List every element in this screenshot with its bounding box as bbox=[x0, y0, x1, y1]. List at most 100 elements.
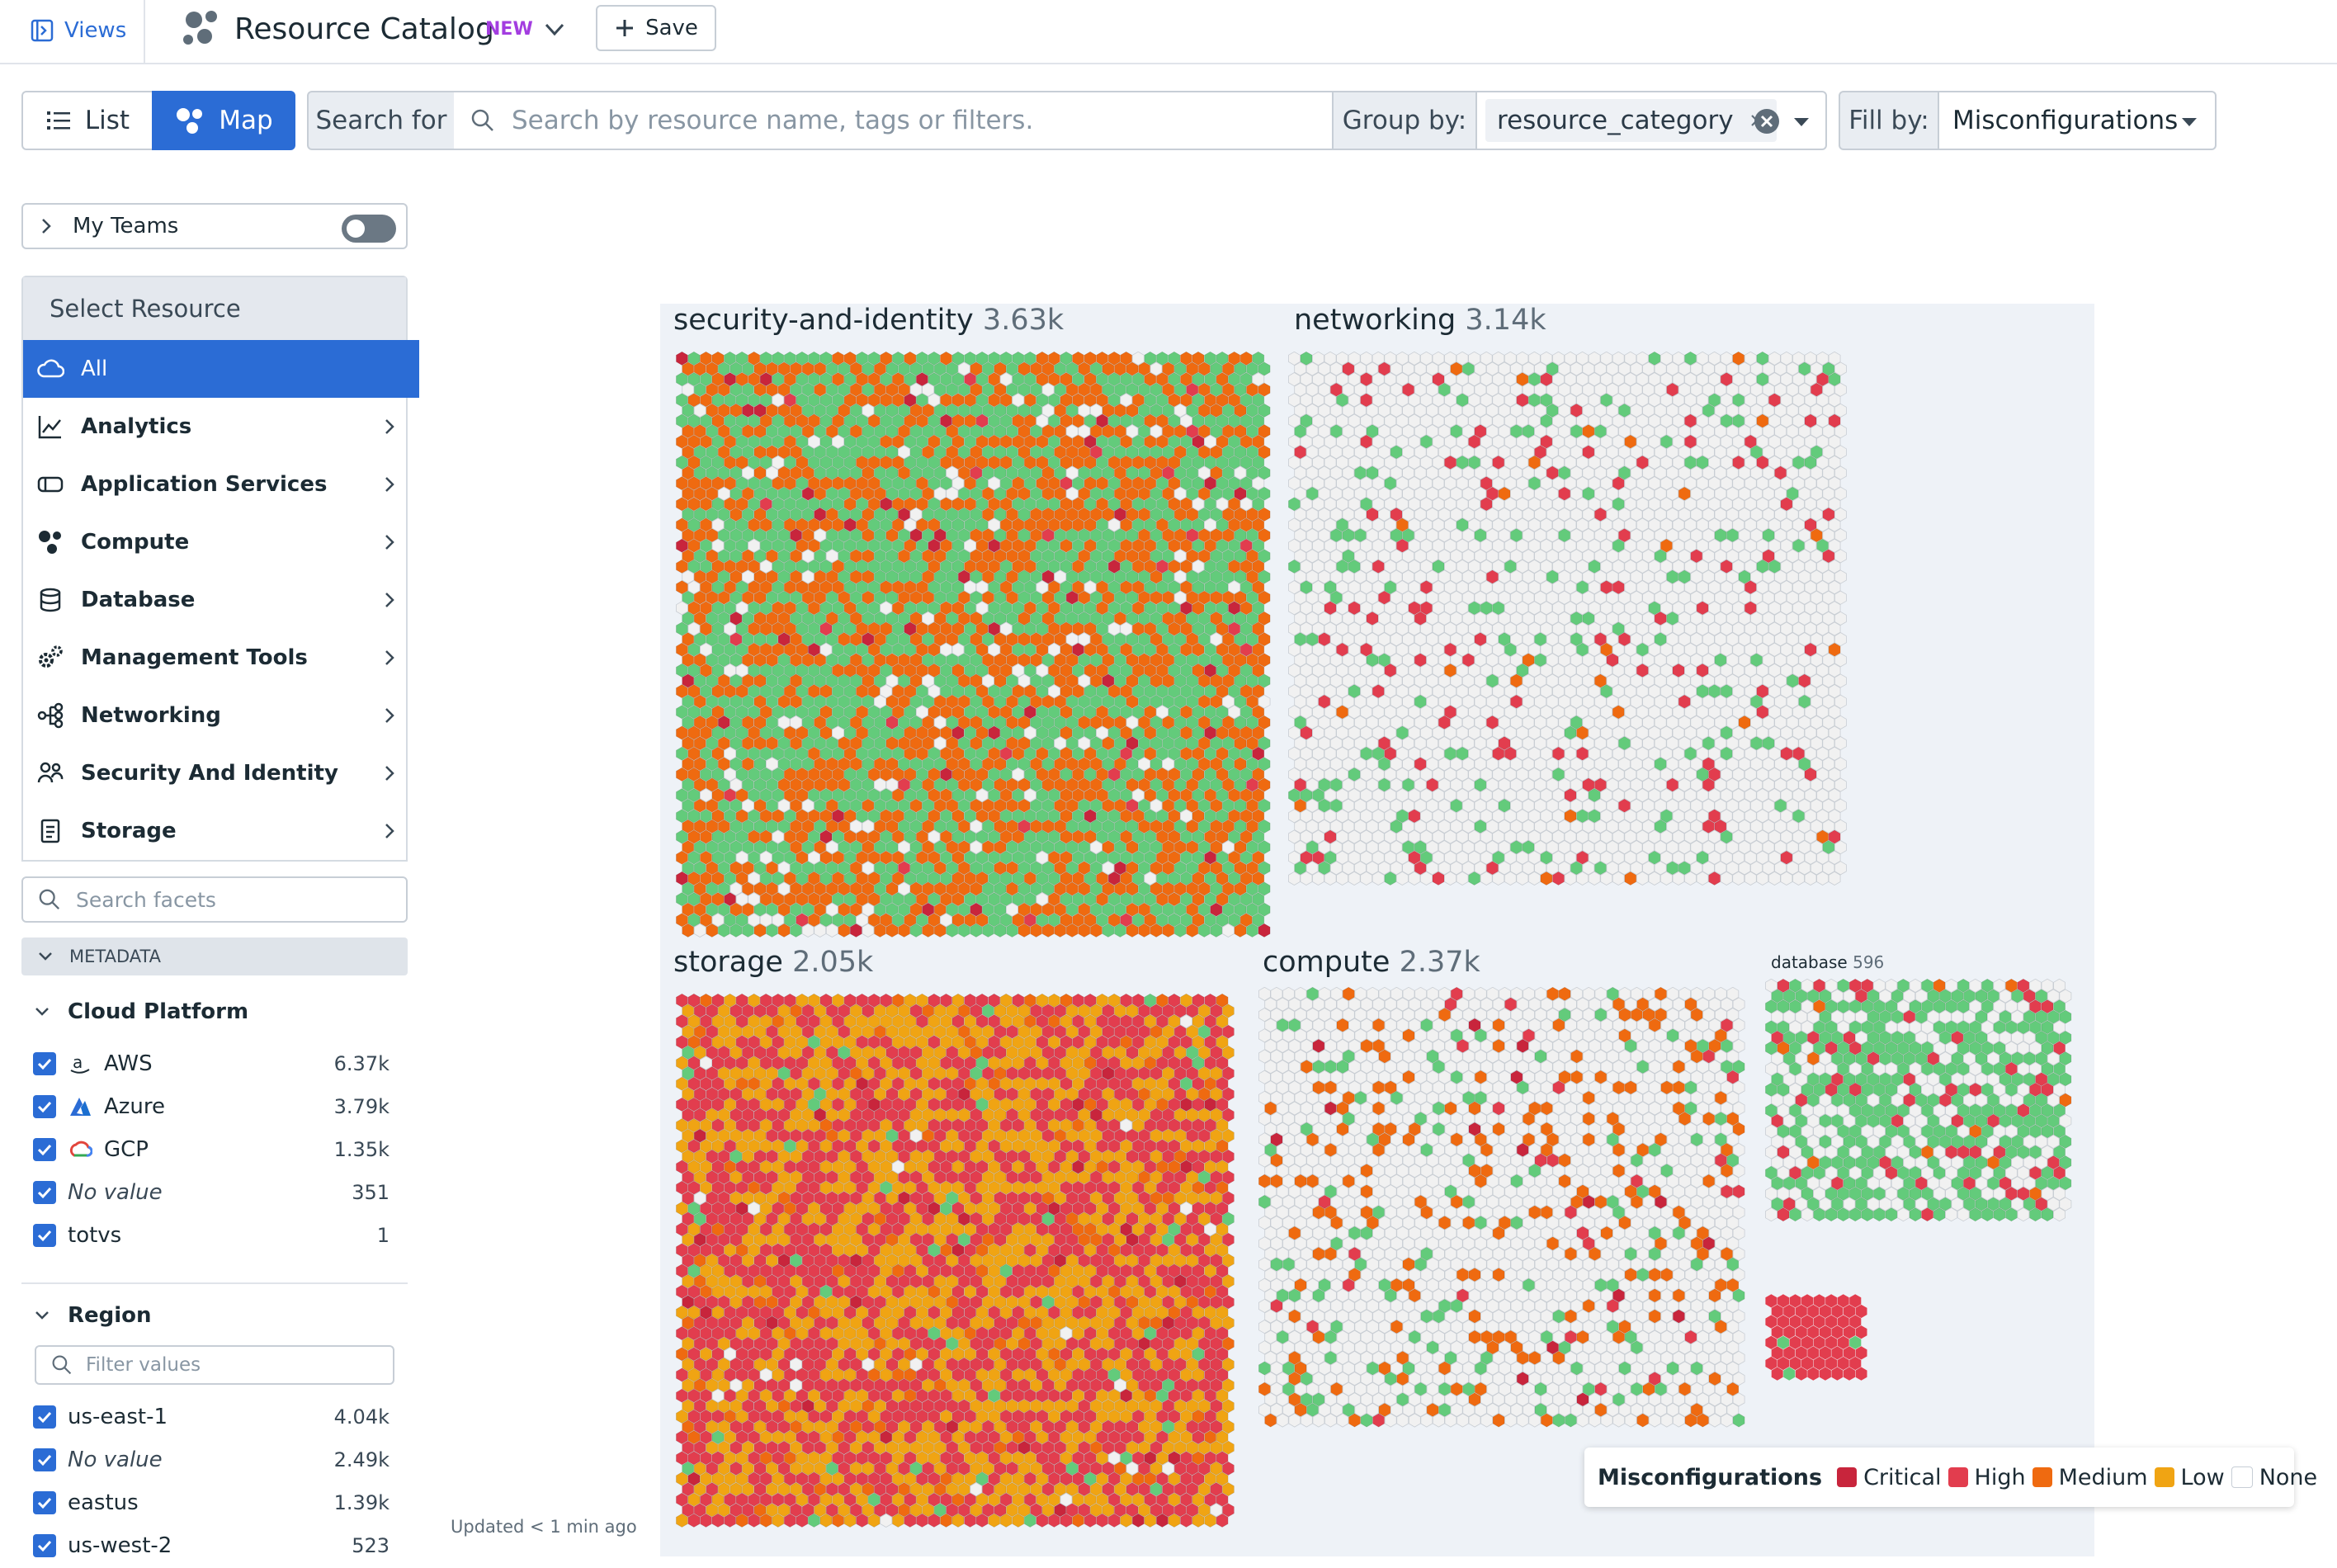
list-label: List bbox=[84, 106, 130, 135]
facet-label: No value bbox=[68, 1448, 163, 1472]
chevron-right-icon[interactable] bbox=[378, 473, 401, 496]
group-by-label: Group by: bbox=[1332, 91, 1477, 150]
search-facets-input[interactable]: Search facets bbox=[21, 876, 408, 923]
checkbox[interactable] bbox=[33, 1138, 56, 1161]
chevron-right-icon[interactable] bbox=[378, 819, 401, 843]
my-teams-row[interactable]: My Teams bbox=[21, 203, 408, 249]
new-badge: NEW bbox=[485, 18, 533, 40]
aws-icon: a bbox=[70, 1052, 90, 1074]
facet-count: 1.39k bbox=[333, 1491, 390, 1514]
checkbox[interactable] bbox=[33, 1448, 56, 1471]
resource-item-compute[interactable]: Compute bbox=[23, 513, 419, 571]
checkbox[interactable] bbox=[33, 1224, 56, 1247]
category-count: 2.37k bbox=[1399, 946, 1480, 979]
checkbox[interactable] bbox=[33, 1534, 56, 1557]
search-input[interactable]: Search by resource name, tags or filters… bbox=[454, 91, 1335, 150]
cloud-platform-facet-row[interactable]: a AWS 6.37k bbox=[33, 1045, 390, 1083]
cloud-platform-facet-row[interactable]: Azure 3.79k bbox=[33, 1088, 390, 1126]
region-label: Region bbox=[68, 1303, 152, 1328]
fill-by-select[interactable]: Misconfigurations bbox=[1938, 91, 2217, 150]
resource-item-storage[interactable]: Storage bbox=[23, 802, 419, 860]
divider bbox=[144, 0, 145, 64]
region-header[interactable]: Region bbox=[33, 1297, 152, 1334]
extra-hex-cluster bbox=[1765, 1294, 1867, 1381]
checkbox[interactable] bbox=[33, 1052, 56, 1075]
chevron-down-icon bbox=[35, 1311, 49, 1320]
resource-item-all[interactable]: All bbox=[23, 340, 419, 398]
checkbox[interactable] bbox=[33, 1095, 56, 1118]
legend-item-low: Low bbox=[2154, 1465, 2225, 1490]
chevron-right-icon[interactable] bbox=[378, 646, 401, 669]
checkbox[interactable] bbox=[33, 1491, 56, 1514]
resource-item-security-and-identity[interactable]: Security And Identity bbox=[23, 744, 419, 802]
my-teams-toggle[interactable] bbox=[342, 215, 396, 243]
chevron-right-icon[interactable] bbox=[378, 704, 401, 727]
checkbox[interactable] bbox=[33, 1181, 56, 1204]
region-facet-row[interactable]: us-east-1 4.04k bbox=[33, 1398, 390, 1436]
fill-by-label: Fill by: bbox=[1839, 91, 1939, 150]
map-view-button[interactable]: Map bbox=[152, 91, 295, 150]
facet-count: 1 bbox=[376, 1224, 390, 1247]
fill-by-value: Misconfigurations bbox=[1952, 106, 2179, 135]
resource-item-label: Management Tools bbox=[81, 645, 308, 670]
chevron-right-icon[interactable] bbox=[378, 415, 401, 438]
search-icon bbox=[471, 109, 493, 131]
legend-item-high: High bbox=[1948, 1465, 2026, 1490]
resource-item-application-services[interactable]: Application Services bbox=[23, 456, 419, 513]
search-facets-placeholder: Search facets bbox=[76, 887, 216, 912]
chevron-down-icon[interactable] bbox=[538, 15, 571, 45]
caret-down-icon[interactable] bbox=[2175, 107, 2203, 135]
facet-count: 1.35k bbox=[333, 1138, 390, 1161]
facet-count: 6.37k bbox=[333, 1052, 390, 1075]
cloud-platform-facet-row[interactable]: GCP 1.35k bbox=[33, 1131, 390, 1169]
clear-icon[interactable] bbox=[1753, 107, 1781, 135]
app-services-icon bbox=[37, 476, 64, 493]
my-teams-label: My Teams bbox=[73, 214, 179, 239]
chevron-right-icon[interactable] bbox=[378, 588, 401, 612]
facet-label: us-east-1 bbox=[68, 1405, 168, 1429]
category-count: 3.14k bbox=[1465, 304, 1546, 337]
resource-item-database[interactable]: Database bbox=[23, 571, 419, 629]
storage-hex-grid bbox=[676, 994, 1235, 1528]
save-button[interactable]: Save bbox=[596, 5, 716, 51]
category-count: 3.63k bbox=[982, 304, 1065, 337]
resource-item-management-tools[interactable]: Management Tools bbox=[23, 629, 419, 687]
chevron-right-icon[interactable] bbox=[378, 531, 401, 554]
legend-item-none: None bbox=[2231, 1465, 2317, 1490]
cloud-platform-facet-row[interactable]: No value 351 bbox=[33, 1174, 390, 1211]
resource-item-label: Security And Identity bbox=[81, 761, 338, 786]
region-facet-row[interactable]: No value 2.49k bbox=[33, 1441, 390, 1479]
cloud-platform-label: Cloud Platform bbox=[68, 999, 249, 1024]
toggle-knob bbox=[347, 220, 365, 238]
facet-label: eastus bbox=[68, 1490, 139, 1515]
caret-down-icon[interactable] bbox=[1787, 107, 1815, 135]
facet-label: AWS bbox=[104, 1051, 153, 1076]
legend-label: Critical bbox=[1863, 1464, 1942, 1490]
cloud-icon bbox=[37, 359, 64, 378]
facet-count: 4.04k bbox=[333, 1405, 390, 1429]
group-by-value: resource_category bbox=[1497, 106, 1734, 135]
resource-item-analytics[interactable]: Analytics bbox=[23, 398, 419, 456]
category-label: database 596 bbox=[1771, 952, 1884, 972]
map-icon bbox=[177, 108, 203, 134]
network-icon bbox=[37, 702, 64, 729]
resource-item-networking[interactable]: Networking bbox=[23, 687, 419, 744]
views-button[interactable]: Views bbox=[20, 12, 136, 50]
cloud-platform-header[interactable]: Cloud Platform bbox=[33, 994, 248, 1030]
region-facet-row[interactable]: eastus 1.39k bbox=[33, 1484, 390, 1522]
compute-hex-grid bbox=[1258, 987, 1745, 1428]
cloud-platform-facet-row[interactable]: totvs 1 bbox=[33, 1216, 390, 1254]
metadata-section-header[interactable]: METADATA bbox=[21, 937, 408, 975]
resource-item-label: Networking bbox=[81, 703, 221, 728]
legend-label: Medium bbox=[2058, 1464, 2148, 1490]
chevron-down-icon bbox=[39, 952, 52, 961]
region-facet-row[interactable]: us-west-2 523 bbox=[33, 1527, 390, 1565]
checkbox[interactable] bbox=[33, 1405, 56, 1429]
group-by-select[interactable]: resource_category bbox=[1475, 91, 1827, 150]
list-view-button[interactable]: List bbox=[21, 91, 153, 150]
region-filter-input[interactable]: Filter values bbox=[35, 1345, 394, 1385]
resource-item-label: Compute bbox=[81, 530, 190, 555]
views-label: Views bbox=[64, 18, 127, 43]
chevron-right-icon[interactable] bbox=[378, 762, 401, 785]
gcp-icon bbox=[69, 1141, 92, 1157]
